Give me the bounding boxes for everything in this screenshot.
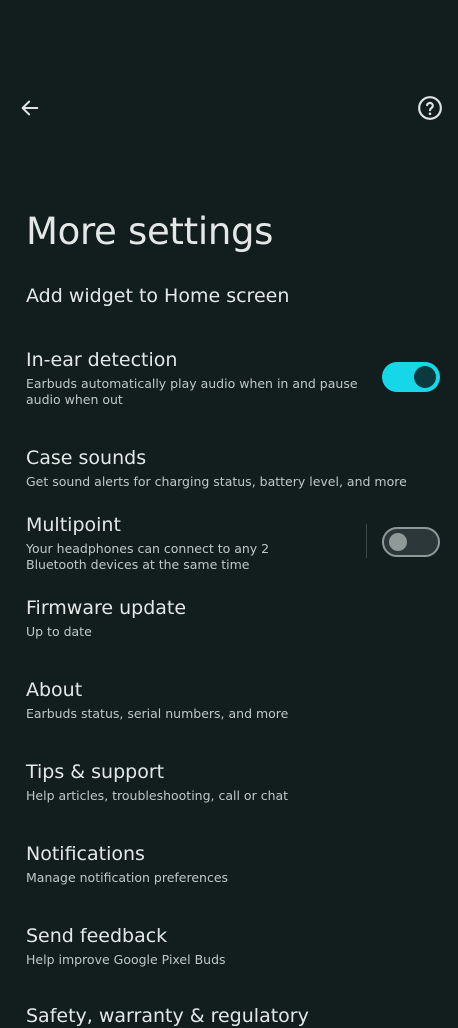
safety-warranty-item[interactable]: Safety, warranty & regulatory [26,1004,440,1028]
item-subtitle: Help articles, troubleshooting, call or … [26,788,289,803]
send-feedback-item[interactable]: Send feedback Help improve Google Pixel … [26,924,440,968]
item-title: Multipoint [26,514,121,536]
item-title: Send feedback [26,925,168,947]
top-app-bar [0,88,458,128]
item-subtitle: Help improve Google Pixel Buds [26,952,226,967]
item-title: Case sounds [26,447,147,469]
in-ear-detection-toggle[interactable] [382,362,440,392]
multipoint-toggle[interactable] [382,527,440,557]
item-subtitle: Your headphones can connect to any 2 Blu… [26,541,270,572]
toggle-knob [389,533,407,551]
in-ear-detection-item[interactable]: In-ear detection Earbuds automatically p… [26,348,368,408]
item-subtitle: Earbuds automatically play audio when in… [26,376,358,407]
item-title: Safety, warranty & regulatory [26,1005,309,1027]
help-button[interactable] [416,94,444,122]
multipoint-item[interactable]: Multipoint Your headphones can connect t… [26,513,318,573]
arrow-left-icon [21,100,39,116]
notifications-item[interactable]: Notifications Manage notification prefer… [26,842,440,886]
firmware-update-item[interactable]: Firmware update Up to date [26,596,440,640]
item-title: About [26,679,83,701]
item-title: Add widget to Home screen [26,285,290,307]
back-button[interactable] [16,94,44,122]
about-item[interactable]: About Earbuds status, serial numbers, an… [26,678,440,722]
tips-support-item[interactable]: Tips & support Help articles, troublesho… [26,760,440,804]
case-sounds-item[interactable]: Case sounds Get sound alerts for chargin… [26,446,440,490]
page-title: More settings [26,210,274,253]
question-circle-icon [418,96,442,120]
item-title: Notifications [26,843,145,865]
item-title: In-ear detection [26,349,178,371]
item-subtitle: Up to date [26,624,92,639]
item-title: Tips & support [26,761,165,783]
toggle-knob [414,366,436,388]
item-title: Firmware update [26,597,187,619]
item-subtitle: Get sound alerts for charging status, ba… [26,474,407,489]
add-widget-item[interactable]: Add widget to Home screen [26,284,440,308]
item-subtitle: Manage notification preferences [26,870,229,885]
item-subtitle: Earbuds status, serial numbers, and more [26,706,289,721]
divider [366,524,367,558]
